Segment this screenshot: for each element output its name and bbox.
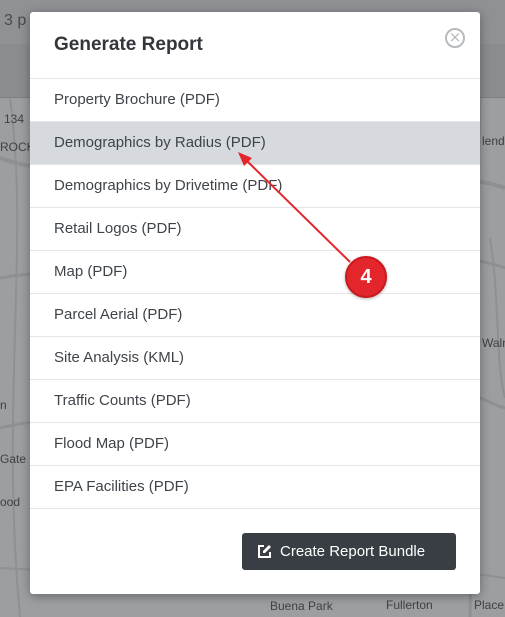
report-item-map[interactable]: Map (PDF) xyxy=(30,251,480,294)
report-item-property-brochure[interactable]: Property Brochure (PDF) xyxy=(30,79,480,122)
map-label: Place xyxy=(474,598,505,612)
report-item-demographics-radius[interactable]: Demographics by Radius (PDF) xyxy=(30,122,480,165)
edit-icon xyxy=(258,545,271,558)
report-list: Property Brochure (PDF) Demographics by … xyxy=(30,79,480,509)
background-topbar-text: 3 p xyxy=(4,12,27,29)
generate-report-dialog: Generate Report × Property Brochure (PDF… xyxy=(30,12,480,594)
map-label: 134 xyxy=(4,112,25,126)
report-item-parcel-aerial[interactable]: Parcel Aerial (PDF) xyxy=(30,294,480,337)
map-label: Fullerton xyxy=(386,598,433,612)
map-label: Buena Park xyxy=(270,599,333,613)
dialog-title: Generate Report xyxy=(54,34,203,55)
map-label: n xyxy=(0,398,7,412)
report-item-flood-map[interactable]: Flood Map (PDF) xyxy=(30,423,480,466)
create-report-bundle-button[interactable]: Create Report Bundle xyxy=(242,533,456,570)
step-number-badge: 4 xyxy=(345,256,387,298)
dialog-footer: Create Report Bundle xyxy=(30,509,480,594)
report-item-retail-logos[interactable]: Retail Logos (PDF) xyxy=(30,208,480,251)
report-item-traffic-counts[interactable]: Traffic Counts (PDF) xyxy=(30,380,480,423)
close-icon: × xyxy=(448,28,462,46)
report-item-epa-facilities[interactable]: EPA Facilities (PDF) xyxy=(30,466,480,509)
map-label: Gate xyxy=(0,452,27,466)
map-label: Walnu xyxy=(482,336,505,350)
report-item-demographics-drivetime[interactable]: Demographics by Drivetime (PDF) xyxy=(30,165,480,208)
map-label: lendo xyxy=(482,134,505,148)
dialog-header: Generate Report × xyxy=(30,12,480,79)
report-item-site-analysis[interactable]: Site Analysis (KML) xyxy=(30,337,480,380)
close-button[interactable]: × xyxy=(445,28,465,48)
create-report-bundle-label: Create Report Bundle xyxy=(280,543,426,560)
map-label: ood xyxy=(0,495,21,509)
